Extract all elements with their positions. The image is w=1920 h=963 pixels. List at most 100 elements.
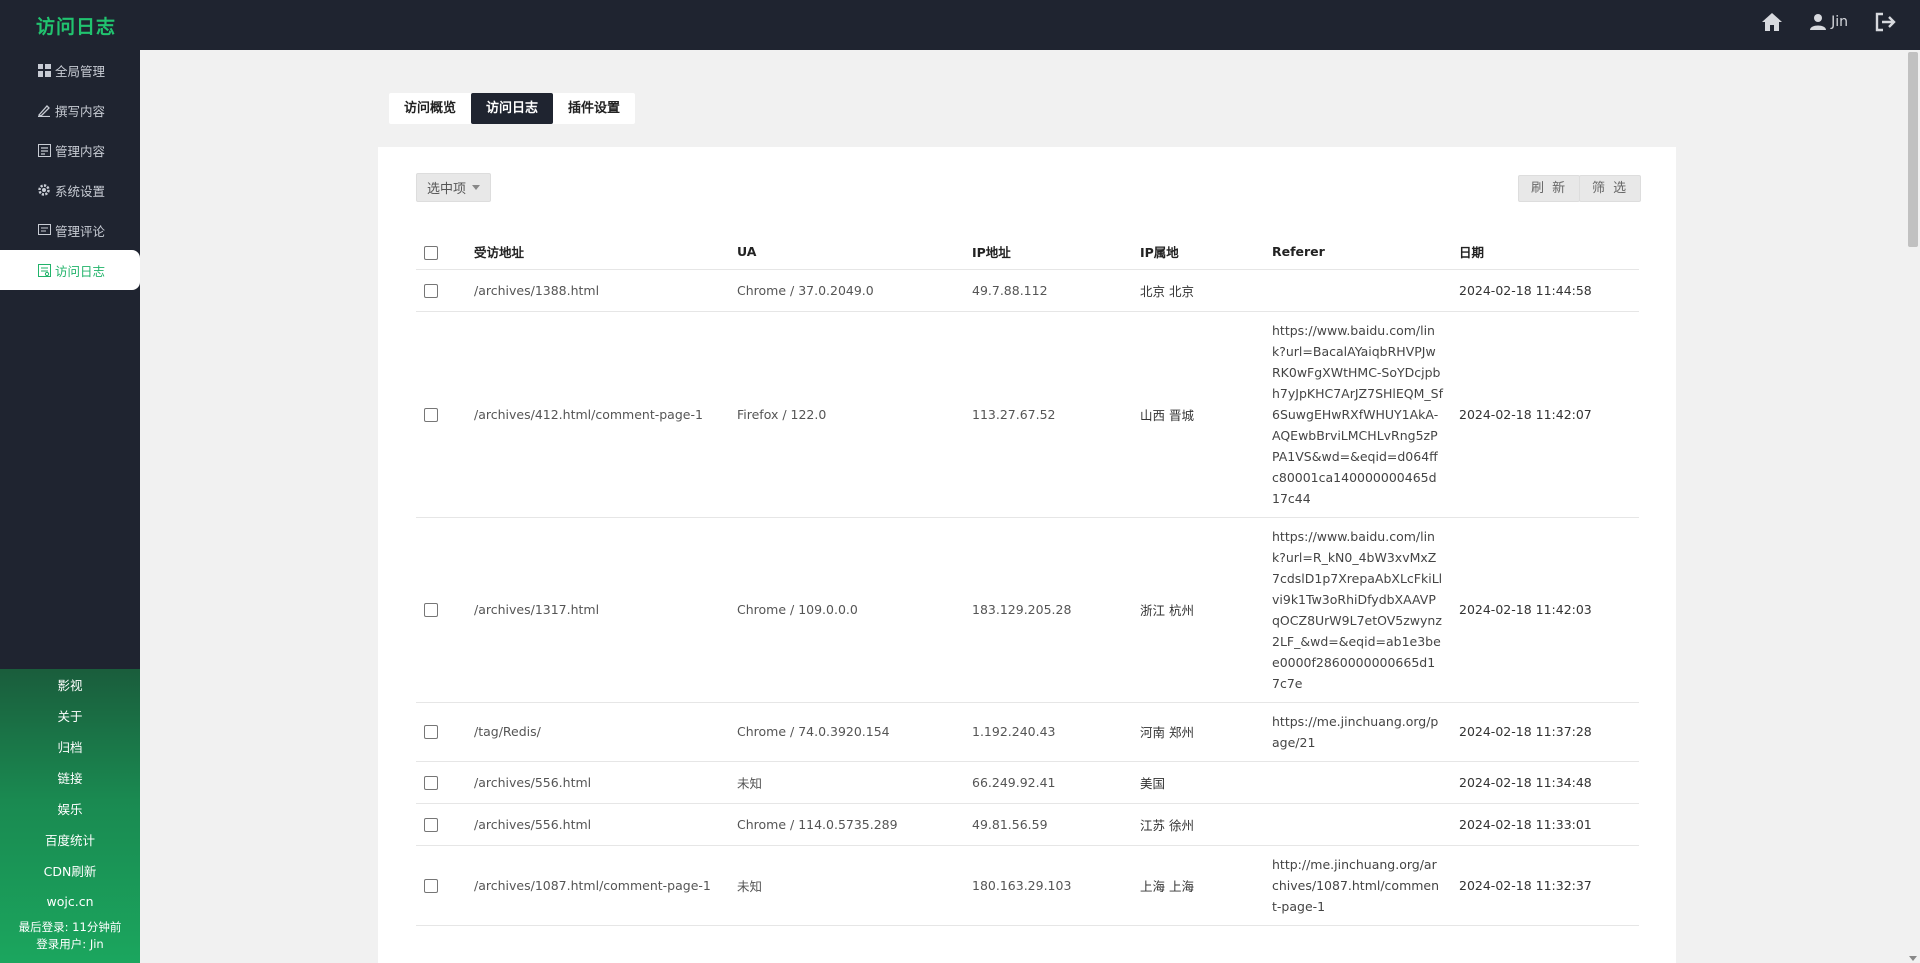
- cell-ip: 49.7.88.112: [964, 269, 1132, 312]
- logout-icon: [1875, 12, 1896, 32]
- tab-plugin-settings[interactable]: 插件设置: [553, 93, 635, 124]
- row-checkbox[interactable]: [424, 603, 438, 618]
- cell-location: 北京 北京: [1132, 269, 1264, 312]
- log-icon: [37, 263, 51, 277]
- cell-ua: 未知: [729, 845, 964, 926]
- table-row: /archives/1087.html/comment-page-1 未知 18…: [416, 845, 1639, 926]
- page-scrollbar[interactable]: [1906, 50, 1920, 963]
- select-all-cell: [416, 235, 466, 270]
- cell-location: 上海 上海: [1132, 845, 1264, 926]
- row-checkbox[interactable]: [424, 407, 438, 422]
- cell-ip: 66.249.92.41: [964, 761, 1132, 804]
- cell-url: /archives/556.html: [466, 761, 729, 804]
- top-actions: Jin: [1761, 12, 1896, 32]
- sidebar-item-label: 全局管理: [55, 63, 106, 79]
- tab-access-log[interactable]: 访问日志: [471, 93, 554, 124]
- row-checkbox[interactable]: [424, 725, 438, 740]
- scrollbar-thumb[interactable]: [1908, 52, 1918, 247]
- scroll-down-icon[interactable]: [1909, 956, 1917, 961]
- sidebar-item-label: 撰写内容: [55, 103, 106, 119]
- column-header[interactable]: IP地址: [964, 235, 1132, 270]
- sidebar-item-access-log[interactable]: 访问日志: [0, 250, 140, 290]
- cell-ua: 未知: [729, 761, 964, 804]
- sidebar-item-label: 管理评论: [55, 223, 106, 239]
- cell-ip: 1.192.240.43: [964, 702, 1132, 762]
- last-login: 最后登录: 11分钟前: [18, 920, 122, 934]
- cell-url: /archives/412.html/comment-page-1: [466, 311, 729, 518]
- quick-link-cdn-refresh[interactable]: CDN刷新: [0, 855, 140, 886]
- table-row: /tag/Redis/ Chrome / 74.0.3920.154 1.192…: [416, 702, 1639, 762]
- row-checkbox[interactable]: [424, 817, 438, 832]
- quick-link-fun[interactable]: 娱乐: [0, 793, 140, 824]
- cell-location: 浙江 杭州: [1132, 517, 1264, 703]
- sidebar-item-settings[interactable]: 系统设置: [0, 170, 140, 210]
- select-all-checkbox[interactable]: [424, 245, 438, 260]
- row-checkbox[interactable]: [424, 283, 438, 298]
- cell-ip: 180.163.29.103: [964, 845, 1132, 926]
- cell-date: 2024-02-18 11:42:03: [1451, 517, 1639, 703]
- home-button[interactable]: [1761, 12, 1783, 32]
- user-button[interactable]: Jin: [1809, 13, 1848, 31]
- quick-link-baidu-stats[interactable]: 百度统计: [0, 824, 140, 855]
- table-row: /archives/412.html/comment-page-1 Firefo…: [416, 311, 1639, 518]
- gear-icon: [37, 183, 51, 197]
- cell-date: 2024-02-18 11:37:28: [1451, 702, 1639, 762]
- logout-button[interactable]: [1874, 12, 1896, 32]
- column-header[interactable]: IP属地: [1132, 235, 1264, 270]
- column-header[interactable]: 受访地址: [466, 235, 729, 270]
- home-icon: [1762, 13, 1783, 31]
- sidebar-item-comments[interactable]: 管理评论: [0, 210, 140, 250]
- sidebar-item-content[interactable]: 管理内容: [0, 130, 140, 170]
- sidebar-item-label: 系统设置: [55, 183, 106, 199]
- selected-items-label: 选中项: [427, 182, 467, 197]
- sidebar-item-label: 管理内容: [55, 143, 106, 159]
- log-panel: 选中项 刷 新 筛 选 受访地址 UA IP地址 IP属地 Referer 日期…: [378, 147, 1676, 963]
- cell-location: 河南 郑州: [1132, 702, 1264, 762]
- table-row: /archives/1388.html Chrome / 37.0.2049.0…: [416, 269, 1639, 312]
- cell-date: 2024-02-18 11:44:58: [1451, 269, 1639, 312]
- content-list-icon: [37, 143, 51, 157]
- cell-referer: [1264, 803, 1451, 846]
- table-row: /archives/556.html Chrome / 114.0.5735.2…: [416, 803, 1639, 846]
- cell-referer[interactable]: https://www.baidu.com/link?url=BacalAYai…: [1264, 311, 1451, 518]
- table-row: /archives/1317.html Chrome / 109.0.0.0 1…: [416, 517, 1639, 703]
- user-icon: [1810, 14, 1827, 30]
- tab-overview[interactable]: 访问概览: [389, 93, 471, 124]
- filter-button[interactable]: 筛 选: [1579, 175, 1642, 202]
- sidebar-item-global[interactable]: 全局管理: [0, 50, 140, 90]
- access-log-table: 受访地址 UA IP地址 IP属地 Referer 日期 /archives/1…: [416, 235, 1639, 926]
- quick-link-movies[interactable]: 影视: [0, 669, 140, 700]
- cell-referer[interactable]: https://www.baidu.com/link?url=R_kN0_4bW…: [1264, 517, 1451, 703]
- quick-link-site[interactable]: wojc.cn: [0, 886, 140, 917]
- selected-items-dropdown[interactable]: 选中项: [416, 173, 492, 202]
- cell-referer: [1264, 269, 1451, 312]
- cell-ua: Chrome / 109.0.0.0: [729, 517, 964, 703]
- column-header[interactable]: UA: [729, 235, 964, 270]
- cell-referer[interactable]: https://me.jinchuang.org/page/21: [1264, 702, 1451, 762]
- refresh-button[interactable]: 刷 新: [1518, 175, 1581, 202]
- row-checkbox[interactable]: [424, 878, 438, 893]
- cell-url: /archives/1087.html/comment-page-1: [466, 845, 729, 926]
- sidebar-item-write[interactable]: 撰写内容: [0, 90, 140, 130]
- column-header[interactable]: 日期: [1451, 235, 1639, 270]
- sidebar-menu: 全局管理 撰写内容 管理内容 系统设置 管理评论 访问日志: [0, 50, 140, 290]
- cell-ua: Chrome / 74.0.3920.154: [729, 702, 964, 762]
- app-title: 访问日志: [36, 16, 117, 38]
- cell-ip: 113.27.67.52: [964, 311, 1132, 518]
- cell-location: 山西 晋城: [1132, 311, 1264, 518]
- cell-referer[interactable]: http://me.jinchuang.org/archives/1087.ht…: [1264, 845, 1451, 926]
- table-header-row: 受访地址 UA IP地址 IP属地 Referer 日期: [416, 235, 1639, 270]
- row-checkbox[interactable]: [424, 775, 438, 790]
- table-row: /archives/556.html 未知 66.249.92.41 美国 20…: [416, 761, 1639, 804]
- cell-ua: Chrome / 114.0.5735.289: [729, 803, 964, 846]
- cell-ua: Chrome / 37.0.2049.0: [729, 269, 964, 312]
- column-header[interactable]: Referer: [1264, 235, 1451, 270]
- tab-bar: 访问概览 访问日志 插件设置: [389, 93, 636, 124]
- quick-link-archive[interactable]: 归档: [0, 731, 140, 762]
- cell-date: 2024-02-18 11:34:48: [1451, 761, 1639, 804]
- cell-url: /archives/1317.html: [466, 517, 729, 703]
- quick-link-about[interactable]: 关于: [0, 700, 140, 731]
- quick-link-links[interactable]: 链接: [0, 762, 140, 793]
- login-info: 最后登录: 11分钟前 登录用户: Jin: [0, 919, 140, 953]
- sidebar: 全局管理 撰写内容 管理内容 系统设置 管理评论 访问日志 影视 关于 归档 链…: [0, 50, 140, 963]
